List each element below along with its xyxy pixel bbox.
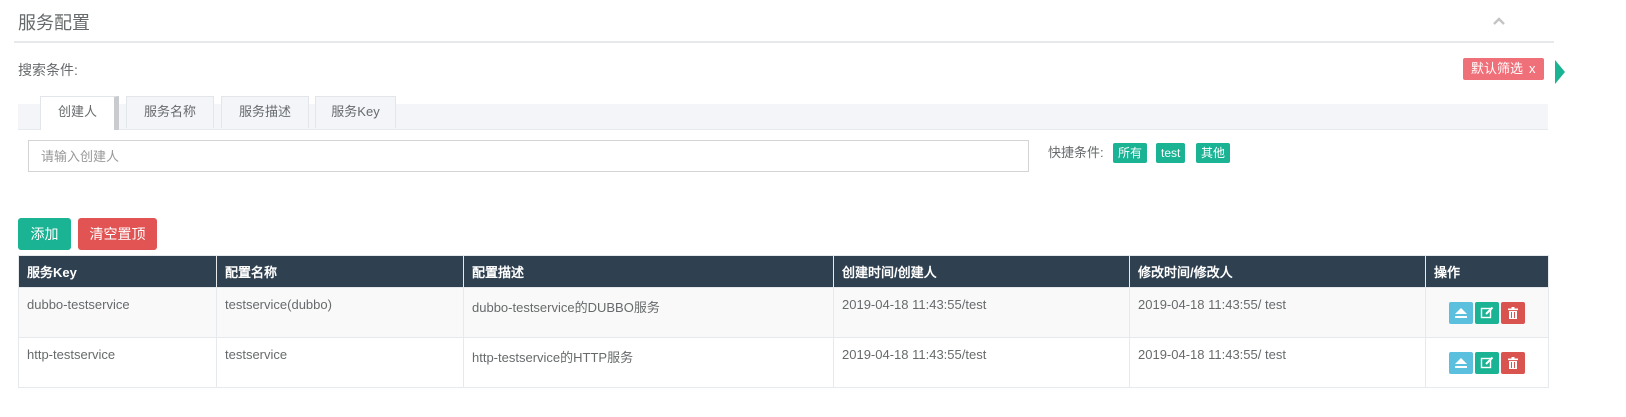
cell-created: 2019-04-18 11:43:55/test (833, 337, 1130, 388)
quick-conditions-label: 快捷条件: (1048, 145, 1104, 160)
cell-config-name: testservice(dubbo) (216, 287, 464, 338)
cell-created: 2019-04-18 11:43:55/test (833, 287, 1130, 338)
edit-button[interactable] (1475, 352, 1499, 374)
tab-label: 创建人 (57, 104, 97, 119)
cell-modified: 2019-04-18 11:43:55/ test (1129, 287, 1426, 338)
trash-icon (1508, 357, 1518, 369)
add-button[interactable]: 添加 (18, 218, 71, 250)
search-tabs: 创建人 服务名称 服务描述 服务Key (18, 96, 1548, 130)
cell-config-desc: dubbo-testservice的DUBBO服务 (463, 287, 834, 338)
column-header-modified[interactable]: 修改时间/修改人 (1129, 255, 1426, 288)
tab-creator[interactable]: 创建人 (40, 96, 119, 130)
eject-button[interactable] (1449, 302, 1473, 324)
quick-tag-other[interactable]: 其他 (1196, 143, 1231, 163)
close-icon[interactable]: x (1529, 61, 1536, 76)
page-title: 服务配置 (18, 13, 90, 33)
chevron-up-icon[interactable] (1490, 12, 1508, 30)
panel-header: 服务配置 (14, 0, 1554, 43)
quick-tag-test[interactable]: test (1156, 143, 1186, 163)
tab-label: 服务Key (331, 104, 380, 119)
column-header-config-desc[interactable]: 配置描述 (463, 255, 834, 288)
edit-button[interactable] (1475, 302, 1499, 324)
creator-search-input[interactable] (28, 140, 1029, 172)
edit-icon (1480, 356, 1494, 369)
delete-button[interactable] (1501, 302, 1525, 324)
default-filter-label: 默认筛选 (1471, 61, 1524, 76)
table-row[interactable]: dubbo-testservice testservice(dubbo) dub… (18, 287, 1549, 338)
cell-config-desc: http-testservice的HTTP服务 (463, 337, 834, 388)
table-header-row: 服务Key 配置名称 配置描述 创建时间/创建人 修改时间/修改人 操作 (18, 255, 1549, 288)
edit-icon (1480, 306, 1494, 319)
eject-icon (1455, 358, 1467, 368)
delete-button[interactable] (1501, 352, 1525, 374)
column-header-service-key[interactable]: 服务Key (18, 255, 217, 288)
eject-icon (1455, 308, 1467, 318)
cell-actions (1425, 287, 1549, 338)
table-row[interactable]: http-testservice testservice http-testse… (18, 337, 1549, 388)
tab-service-desc[interactable]: 服务描述 (221, 96, 309, 128)
tab-label: 服务描述 (238, 104, 291, 119)
service-config-table: 服务Key 配置名称 配置描述 创建时间/创建人 修改时间/修改人 操作 dub… (18, 255, 1549, 388)
side-toggle-arrow-icon[interactable] (1555, 60, 1565, 84)
column-header-actions: 操作 (1425, 255, 1549, 288)
cell-config-name: testservice (216, 337, 464, 388)
default-filter-badge[interactable]: 默认筛选 x (1463, 58, 1544, 80)
cell-service-key: http-testservice (18, 337, 217, 388)
tab-label: 服务名称 (143, 104, 196, 119)
search-conditions-label: 搜索条件: (18, 62, 78, 78)
quick-tag-all[interactable]: 所有 (1113, 143, 1148, 163)
eject-button[interactable] (1449, 352, 1473, 374)
tab-service-key[interactable]: 服务Key (315, 96, 396, 128)
column-header-config-name[interactable]: 配置名称 (216, 255, 464, 288)
cell-actions (1425, 337, 1549, 388)
cell-service-key: dubbo-testservice (18, 287, 217, 338)
column-header-created[interactable]: 创建时间/创建人 (833, 255, 1130, 288)
trash-icon (1508, 307, 1518, 319)
cell-modified: 2019-04-18 11:43:55/ test (1129, 337, 1426, 388)
clear-top-button[interactable]: 清空置顶 (78, 218, 157, 250)
tab-service-name[interactable]: 服务名称 (126, 96, 214, 128)
